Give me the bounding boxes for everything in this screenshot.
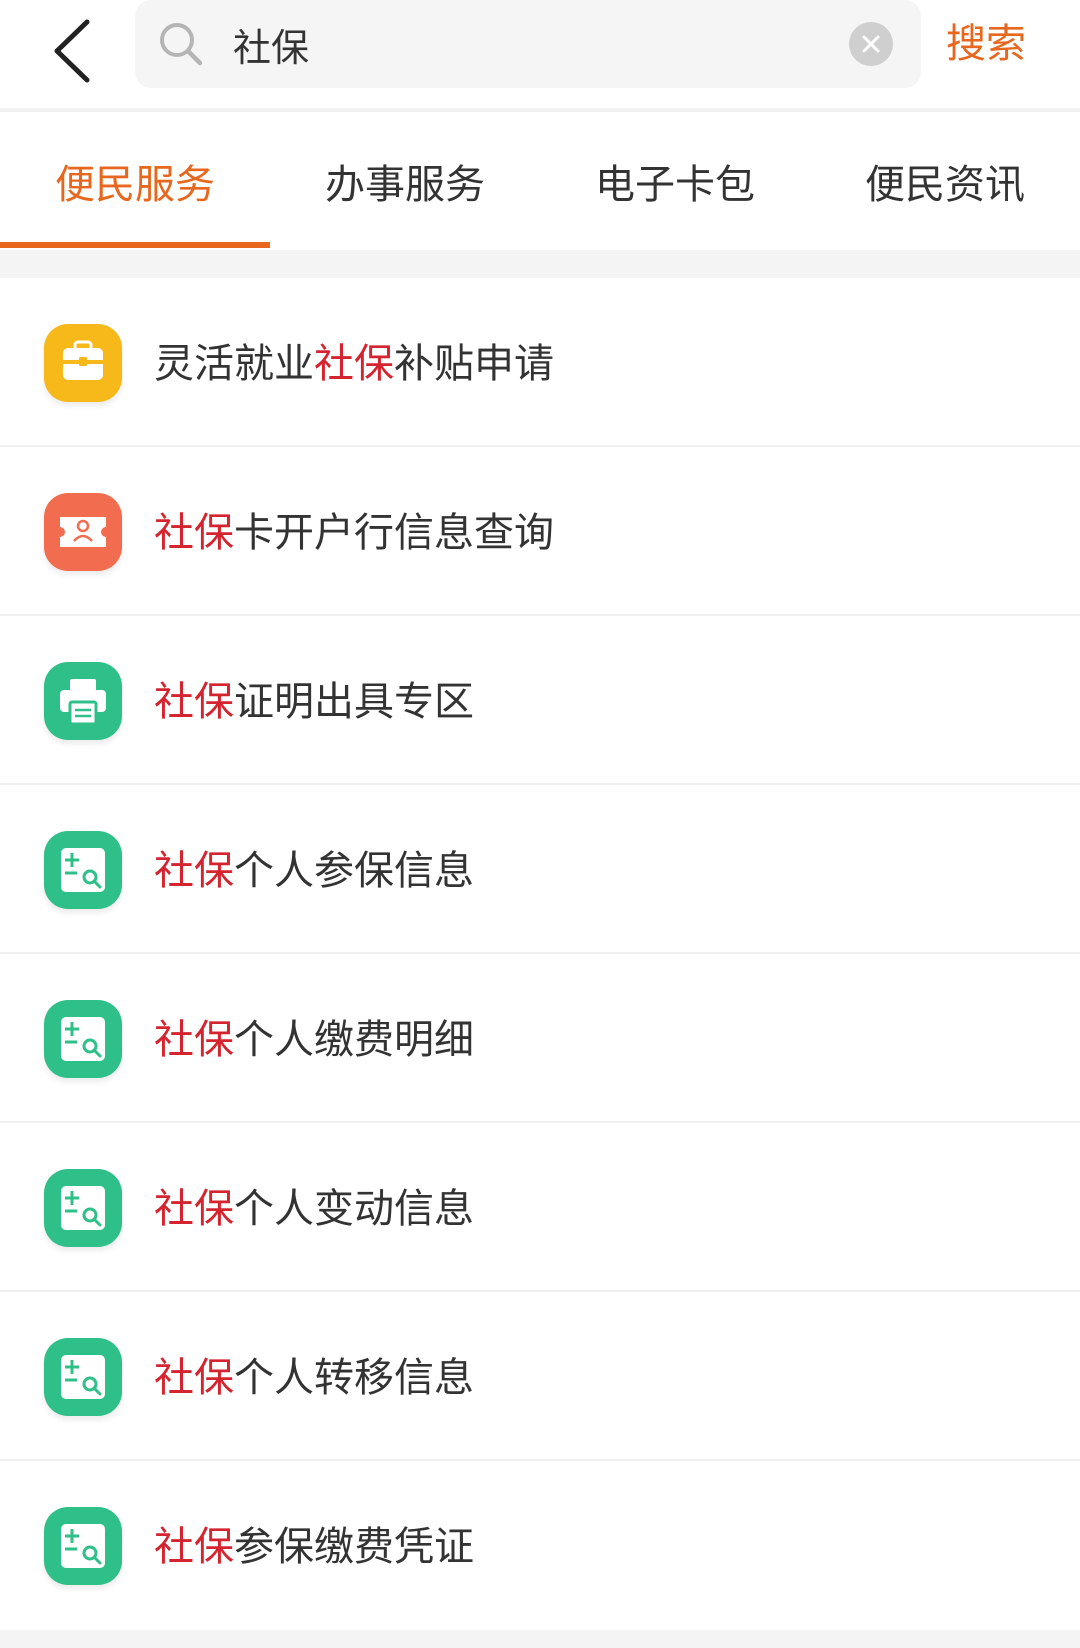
item-label: 社保参保缴费凭证	[154, 1524, 474, 1570]
list-item[interactable]: 社保卡开户行信息查询	[0, 447, 1080, 616]
item-label: 社保个人转移信息	[154, 1355, 474, 1401]
item-label: 社保证明出具专区	[154, 679, 474, 725]
tab-convenience-news[interactable]: 便民资讯	[810, 112, 1080, 250]
clear-search-button[interactable]	[849, 22, 893, 66]
list-item[interactable]: 社保个人缴费明细	[0, 954, 1080, 1123]
tab-convenience-services[interactable]: 便民服务	[0, 112, 270, 250]
search-icon	[160, 23, 203, 66]
list-item[interactable]: 社保个人变动信息	[0, 1123, 1080, 1292]
bottom-divider	[0, 1630, 1080, 1648]
search-input[interactable]	[233, 16, 833, 72]
list-item[interactable]: 灵活就业社保补贴申请	[0, 278, 1080, 447]
search-document-icon	[44, 1000, 122, 1078]
search-document-icon	[44, 1169, 122, 1247]
tab-affairs-services[interactable]: 办事服务	[270, 112, 540, 250]
search-box	[135, 0, 921, 88]
section-divider	[0, 250, 1080, 278]
briefcase-icon	[44, 324, 122, 402]
chevron-left-icon	[54, 19, 90, 83]
tab-e-card-wallet[interactable]: 电子卡包	[540, 112, 810, 250]
printer-icon	[44, 662, 122, 740]
item-label: 社保个人参保信息	[154, 848, 474, 894]
category-tabs: 便民服务 办事服务 电子卡包 便民资讯	[0, 112, 1080, 250]
list-item[interactable]: 社保证明出具专区	[0, 616, 1080, 785]
id-card-icon	[44, 493, 122, 571]
item-label: 社保个人缴费明细	[154, 1017, 474, 1063]
list-item[interactable]: 社保个人参保信息	[0, 785, 1080, 954]
list-item[interactable]: 社保参保缴费凭证	[0, 1461, 1080, 1630]
search-document-icon	[44, 831, 122, 909]
item-label: 社保卡开户行信息查询	[154, 510, 554, 556]
back-button[interactable]	[36, 8, 106, 94]
search-document-icon	[44, 1507, 122, 1585]
search-header: 搜索	[0, 0, 1080, 110]
active-tab-indicator	[0, 242, 270, 248]
app-screen: 搜索 便民服务 办事服务 电子卡包 便民资讯 灵活就业社保补贴申请	[0, 0, 1080, 1648]
close-icon	[862, 35, 880, 53]
item-label: 社保个人变动信息	[154, 1186, 474, 1232]
item-label: 灵活就业社保补贴申请	[154, 341, 554, 387]
service-list: 灵活就业社保补贴申请 社保卡开户行信息查询 社保证明出具专区 社保个人参保信息 …	[0, 278, 1080, 1630]
search-button[interactable]: 搜索	[946, 14, 1066, 74]
list-item[interactable]: 社保个人转移信息	[0, 1292, 1080, 1461]
search-document-icon	[44, 1338, 122, 1416]
